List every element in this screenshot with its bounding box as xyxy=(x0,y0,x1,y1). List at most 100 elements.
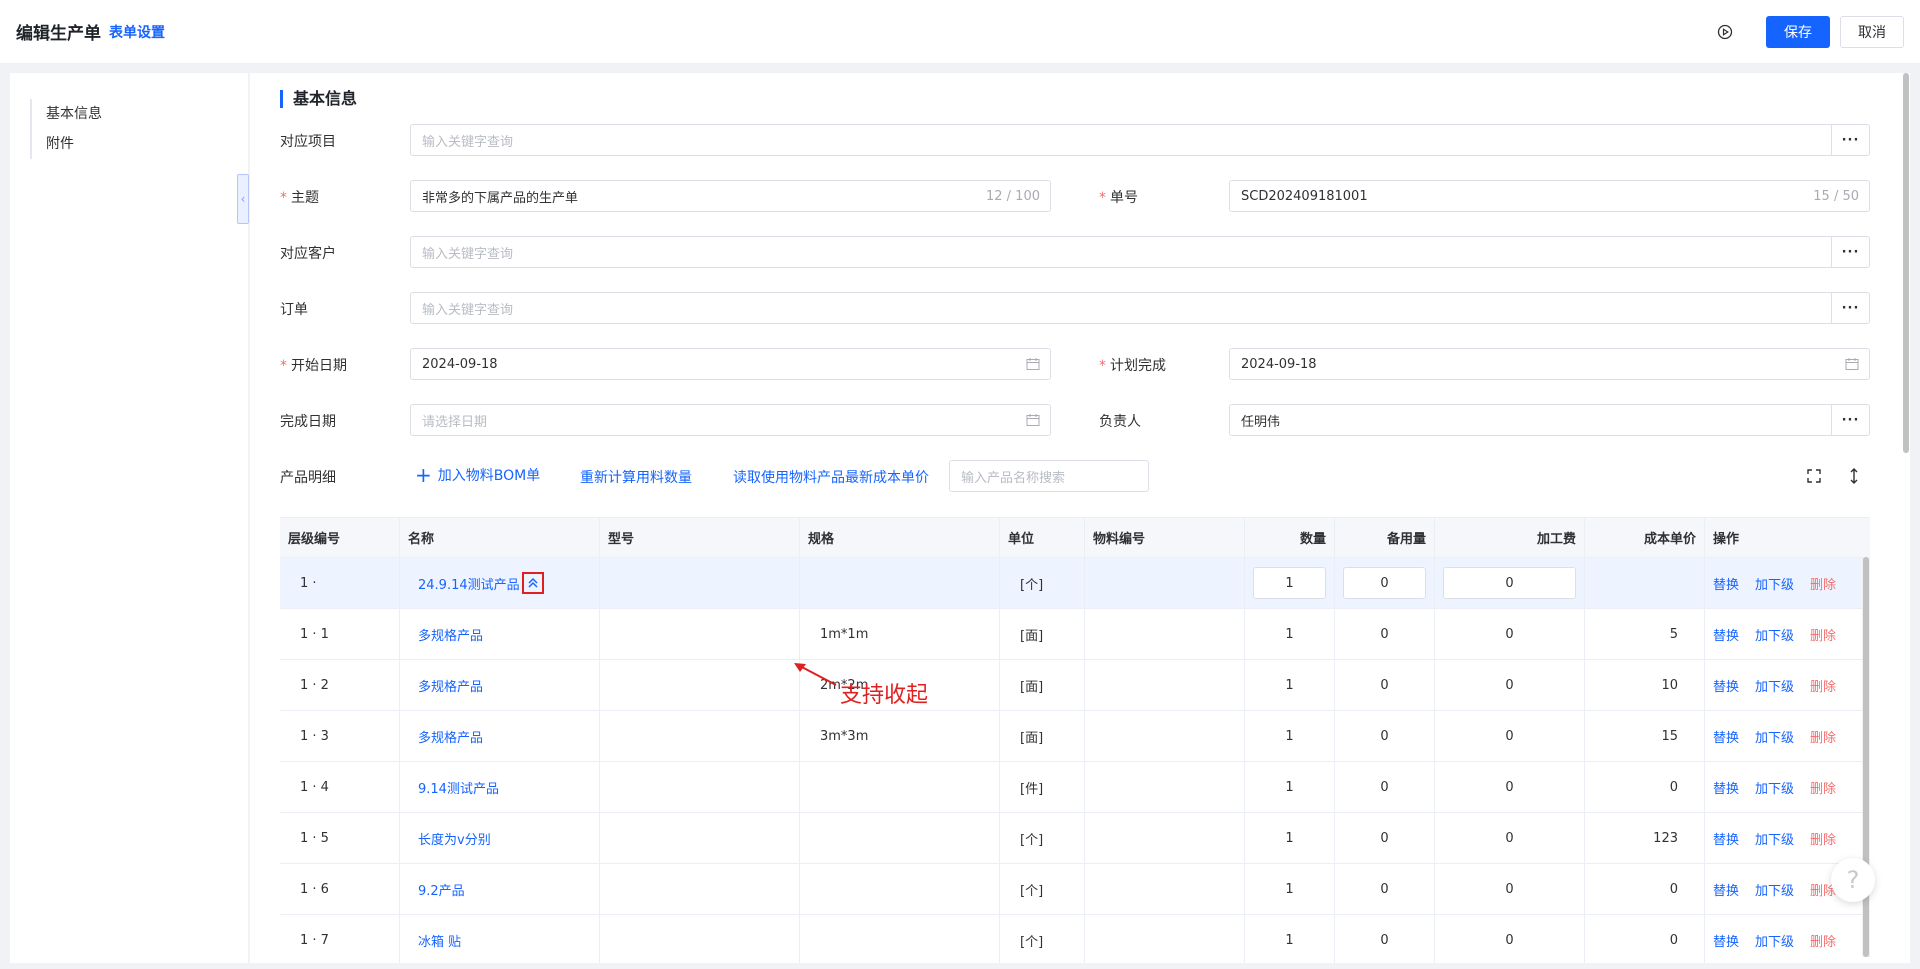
replace-button[interactable]: 替换 xyxy=(1713,880,1739,899)
delete-button[interactable]: 删除 xyxy=(1810,778,1836,797)
order-field[interactable]: 输入关键字查询 ··· xyxy=(410,292,1870,324)
spare-input[interactable]: 0 xyxy=(1343,567,1426,599)
code-cell xyxy=(1085,762,1245,812)
finish-date-label: 完成日期 xyxy=(280,414,336,430)
fullscreen-icon[interactable] xyxy=(1804,466,1824,486)
cost-cell: 0 xyxy=(1585,915,1705,963)
cancel-button[interactable]: 取消 xyxy=(1840,15,1904,48)
unit-cell: [面] xyxy=(1000,660,1085,710)
calendar-icon[interactable] xyxy=(1845,357,1859,371)
customer-more-button[interactable]: ··· xyxy=(1831,237,1869,267)
qty-cell: 1 xyxy=(1245,711,1335,761)
sidebar-item-attachments[interactable]: 附件 xyxy=(46,129,102,159)
project-field[interactable]: 输入关键字查询 ··· xyxy=(410,124,1870,156)
level-cell: 1 · 2 xyxy=(280,660,400,710)
add-bom-button[interactable]: + 加入物料BOM单 xyxy=(415,463,540,487)
delete-button[interactable]: 删除 xyxy=(1810,574,1836,593)
sidebar-item-basic-info[interactable]: 基本信息 xyxy=(46,99,102,129)
cost-cell: 123 xyxy=(1585,813,1705,863)
play-circle-icon[interactable] xyxy=(1710,17,1740,47)
vertical-expand-icon[interactable] xyxy=(1844,466,1864,486)
replace-button[interactable]: 替换 xyxy=(1713,676,1739,695)
replace-button[interactable]: 替换 xyxy=(1713,778,1739,797)
delete-button[interactable]: 删除 xyxy=(1810,727,1836,746)
delete-button[interactable]: 删除 xyxy=(1810,829,1836,848)
annotation-arrow-icon xyxy=(794,663,837,686)
add-sub-button[interactable]: 加下级 xyxy=(1755,574,1794,593)
actions-cell: 替换 加下级 删除 xyxy=(1705,609,1870,659)
owner-label: 负责人 xyxy=(1099,414,1141,430)
unit-cell: [个] xyxy=(1000,864,1085,914)
qty-input[interactable]: 1 xyxy=(1253,567,1326,599)
delete-button[interactable]: 删除 xyxy=(1810,676,1836,695)
actions-cell: 替换 加下级 删除 xyxy=(1705,660,1870,710)
sidebar-collapse-handle[interactable]: ‹ xyxy=(237,174,249,224)
help-icon[interactable]: ? xyxy=(1831,858,1875,902)
spec-cell xyxy=(800,813,1000,863)
add-sub-button[interactable]: 加下级 xyxy=(1755,727,1794,746)
level-cell: 1 · 6 xyxy=(280,864,400,914)
model-cell xyxy=(600,609,800,659)
owner-more-button[interactable]: ··· xyxy=(1831,405,1869,435)
replace-button[interactable]: 替换 xyxy=(1713,625,1739,644)
level-cell: 1 · 5 xyxy=(280,813,400,863)
customer-placeholder: 输入关键字查询 xyxy=(422,246,514,262)
double-chevron-up-icon[interactable] xyxy=(521,572,544,594)
spec-cell xyxy=(800,558,1000,608)
calendar-icon[interactable] xyxy=(1026,357,1040,371)
product-name-link[interactable]: 9.2产品 xyxy=(418,880,465,899)
add-sub-button[interactable]: 加下级 xyxy=(1755,778,1794,797)
add-sub-button[interactable]: 加下级 xyxy=(1755,880,1794,899)
add-sub-button[interactable]: 加下级 xyxy=(1755,676,1794,695)
order-more-button[interactable]: ··· xyxy=(1831,293,1869,323)
delete-button[interactable]: 删除 xyxy=(1810,931,1836,950)
qty-cell: 1 xyxy=(1245,915,1335,963)
plan-done-value: 2024-09-18 xyxy=(1241,356,1317,372)
subject-input[interactable]: 非常多的下属产品的生产单 12 / 100 xyxy=(410,180,1051,212)
add-sub-button[interactable]: 加下级 xyxy=(1755,625,1794,644)
delete-button[interactable]: 删除 xyxy=(1810,625,1836,644)
plan-done-label: * 计划完成 xyxy=(1099,358,1166,374)
product-name-link[interactable]: 24.9.14测试产品 xyxy=(418,574,520,593)
product-name-link[interactable]: 多规格产品 xyxy=(418,676,483,695)
unit-cell: [件] xyxy=(1000,762,1085,812)
top-actions: 保存 取消 xyxy=(1710,15,1904,48)
name-cell: 24.9.14测试产品 xyxy=(400,558,600,608)
form-settings-link[interactable]: 表单设置 xyxy=(109,22,165,42)
calendar-icon[interactable] xyxy=(1026,413,1040,427)
read-cost-button[interactable]: 读取使用物料产品最新成本单价 xyxy=(733,467,929,487)
code-cell xyxy=(1085,711,1245,761)
product-search-input[interactable]: 输入产品名称搜索 xyxy=(949,460,1149,492)
product-name-link[interactable]: 冰箱 贴 xyxy=(418,931,461,950)
product-name-link[interactable]: 多规格产品 xyxy=(418,727,483,746)
replace-button[interactable]: 替换 xyxy=(1713,727,1739,746)
order-placeholder: 输入关键字查询 xyxy=(422,302,514,318)
plus-icon: + xyxy=(415,463,432,487)
cost-cell: 15 xyxy=(1585,711,1705,761)
customer-field[interactable]: 输入关键字查询 ··· xyxy=(410,236,1870,268)
replace-button[interactable]: 替换 xyxy=(1713,931,1739,950)
save-button[interactable]: 保存 xyxy=(1766,15,1830,48)
order-no-input[interactable]: SCD202409181001 15 / 50 xyxy=(1229,180,1870,212)
add-sub-button[interactable]: 加下级 xyxy=(1755,829,1794,848)
project-more-button[interactable]: ··· xyxy=(1831,125,1869,155)
product-name-link[interactable]: 9.14测试产品 xyxy=(418,778,499,797)
add-sub-button[interactable]: 加下级 xyxy=(1755,931,1794,950)
page-scroll-thumb[interactable] xyxy=(1903,73,1909,453)
spare-cell: 0 xyxy=(1335,864,1435,914)
finish-date-picker[interactable]: 请选择日期 xyxy=(410,404,1051,436)
page-title: 编辑生产单 xyxy=(16,24,101,44)
recalc-button[interactable]: 重新计算用料数量 xyxy=(580,467,692,487)
plan-done-picker[interactable]: 2024-09-18 xyxy=(1229,348,1870,380)
page-scrollbar[interactable] xyxy=(1902,73,1910,963)
start-date-picker[interactable]: 2024-09-18 xyxy=(410,348,1051,380)
col-spare: 备用量 xyxy=(1335,518,1435,557)
replace-button[interactable]: 替换 xyxy=(1713,574,1739,593)
fee-input[interactable]: 0 xyxy=(1443,567,1576,599)
order-label: 订单 xyxy=(280,302,308,318)
owner-field[interactable]: 任明伟 ··· xyxy=(1229,404,1870,436)
spare-cell: 0 xyxy=(1335,609,1435,659)
replace-button[interactable]: 替换 xyxy=(1713,829,1739,848)
product-name-link[interactable]: 长度为v分别 xyxy=(418,829,491,848)
product-name-link[interactable]: 多规格产品 xyxy=(418,625,483,644)
